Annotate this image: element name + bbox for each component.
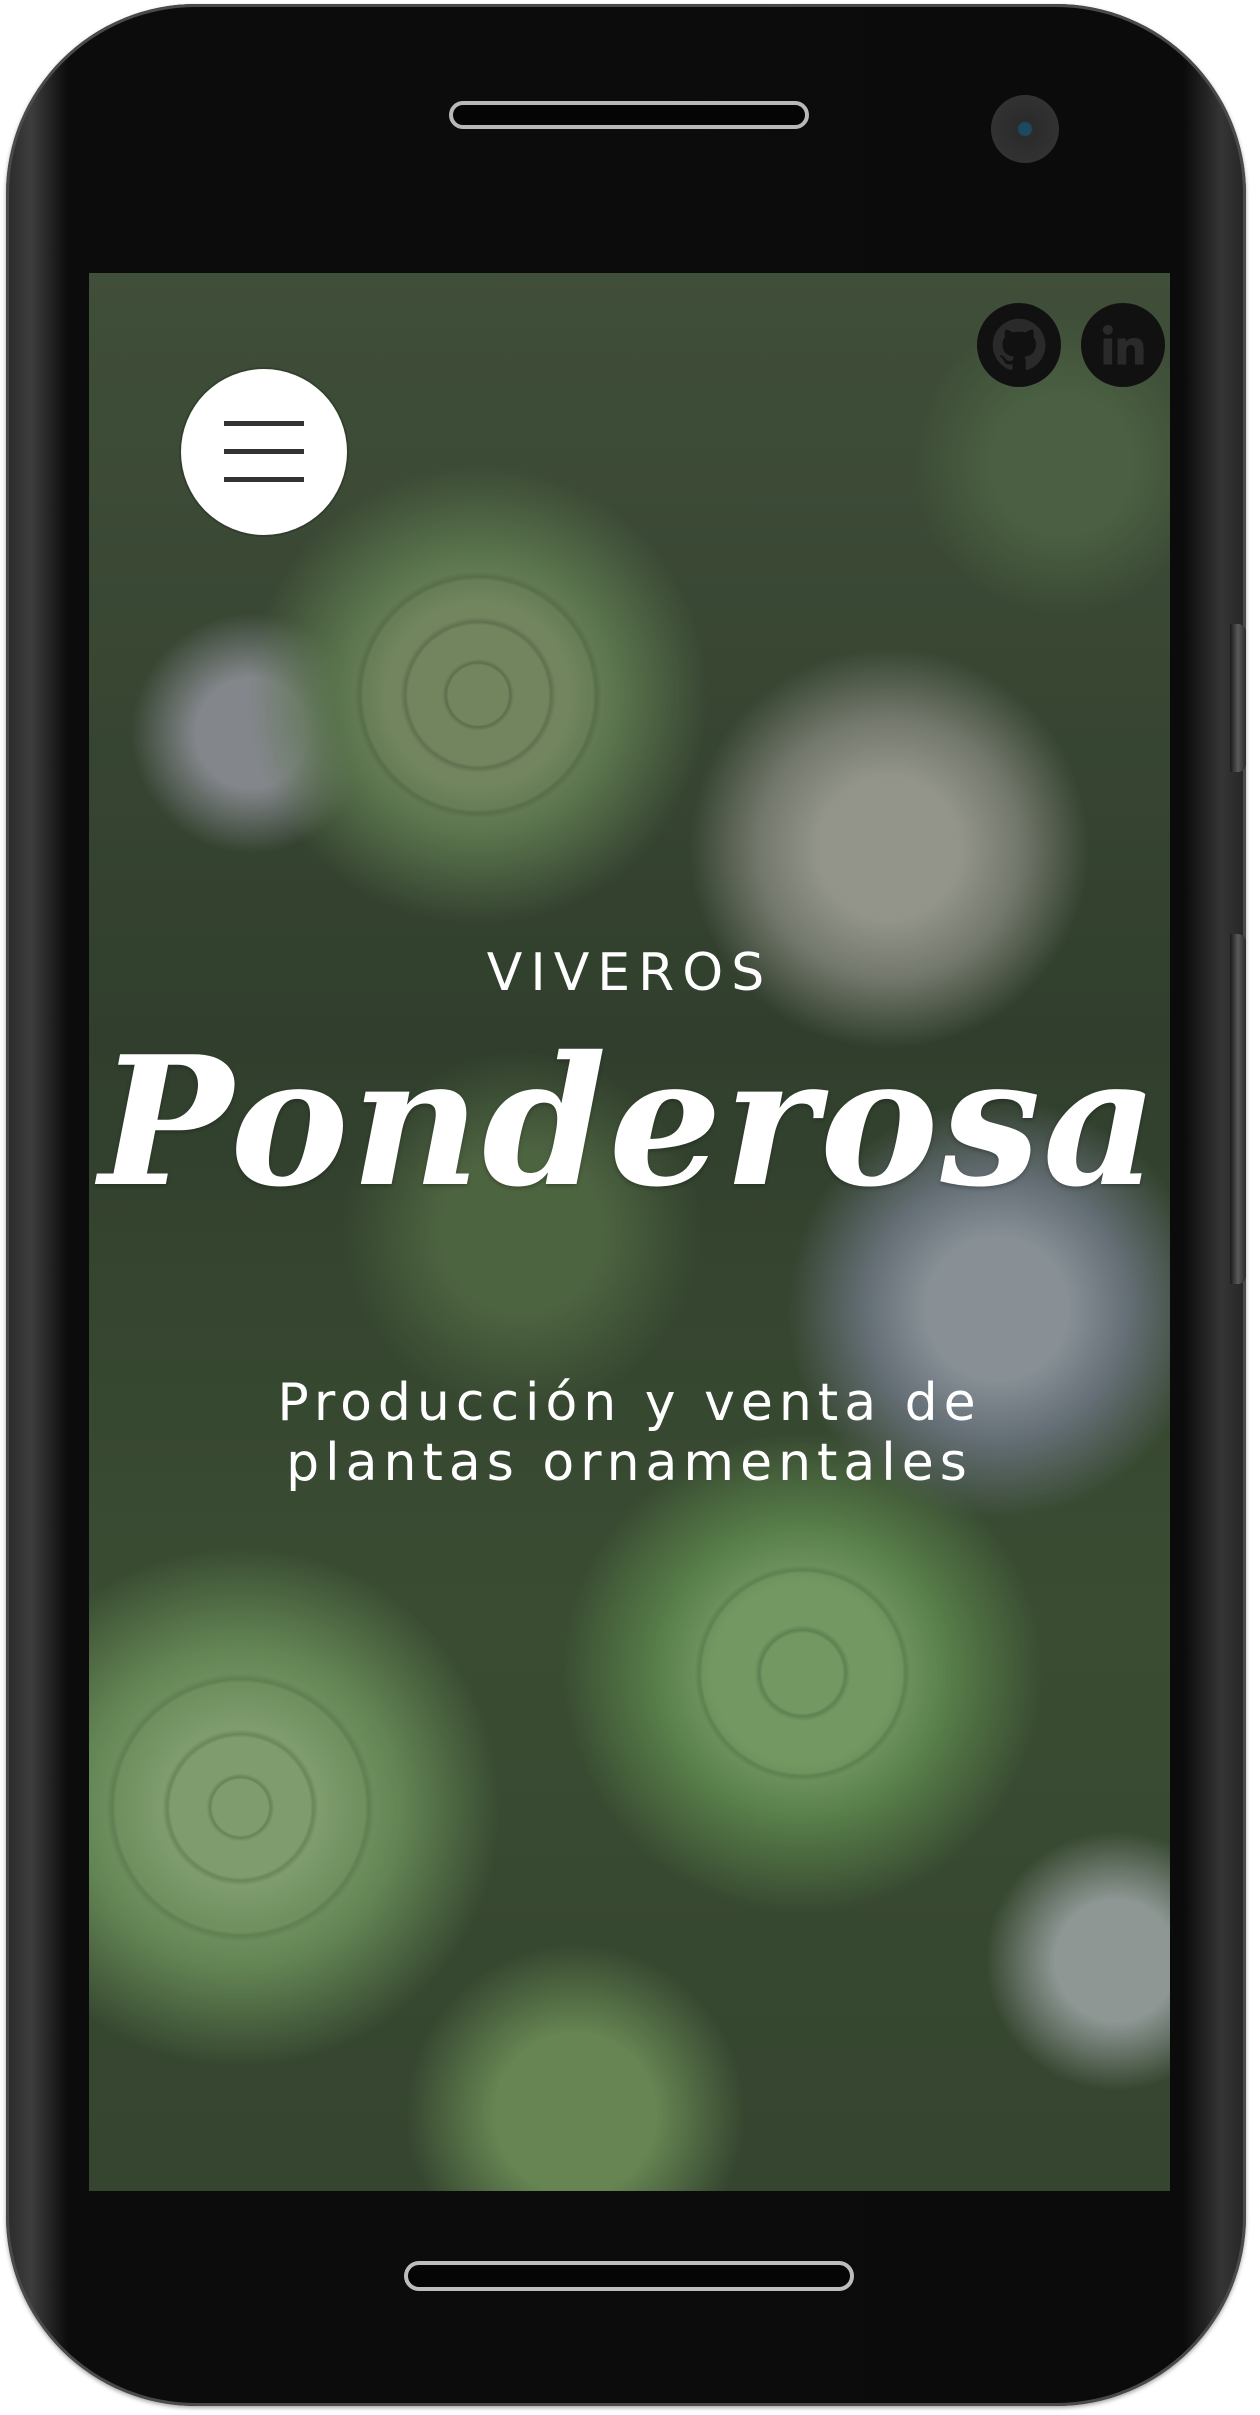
background-overlay bbox=[89, 273, 1170, 2191]
bottom-speaker bbox=[404, 2261, 854, 2291]
screen: VIVEROS Ponderosa Producción y venta de … bbox=[89, 273, 1170, 2191]
menu-button[interactable] bbox=[181, 369, 347, 535]
earpiece-speaker bbox=[449, 101, 809, 129]
github-icon bbox=[992, 318, 1046, 371]
brand-title: Ponderosa bbox=[99, 1017, 1160, 1226]
linkedin-icon bbox=[1102, 324, 1144, 365]
hero-tagline: Producción y venta de plantas ornamental… bbox=[89, 1373, 1170, 1493]
tagline-line-2: plantas ornamentales bbox=[286, 1433, 973, 1493]
volume-button bbox=[1230, 934, 1246, 1284]
hero-kicker: VIVEROS bbox=[486, 943, 773, 1003]
tagline-line-1: Producción y venta de bbox=[277, 1373, 982, 1433]
power-button bbox=[1230, 624, 1246, 772]
hamburger-icon bbox=[224, 421, 304, 482]
front-camera bbox=[991, 95, 1059, 163]
github-link[interactable] bbox=[977, 303, 1061, 387]
linkedin-link[interactable] bbox=[1081, 303, 1165, 387]
